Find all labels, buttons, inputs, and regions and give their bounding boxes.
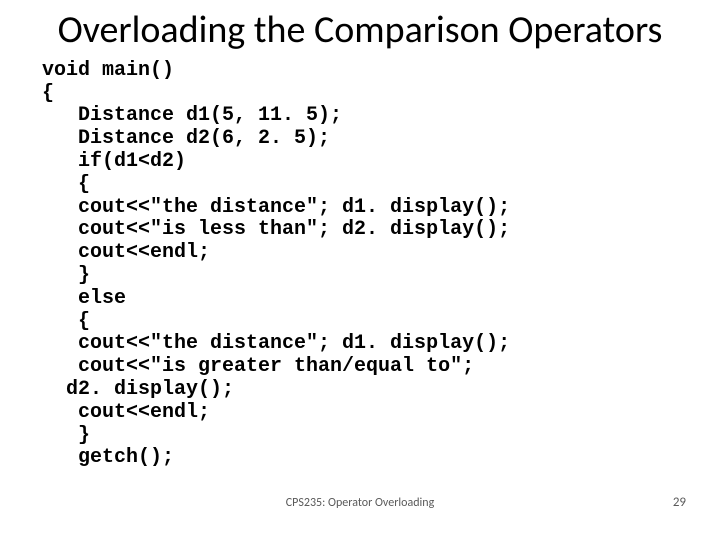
code-block: void main() { Distance d1(5, 11. 5); Dis… bbox=[0, 60, 720, 470]
page-number: 29 bbox=[673, 495, 686, 510]
footer-course-label: CPS235: Operator Overloading bbox=[0, 496, 720, 510]
slide-title: Overloading the Comparison Operators bbox=[0, 0, 720, 60]
slide-container: Overloading the Comparison Operators voi… bbox=[0, 0, 720, 540]
